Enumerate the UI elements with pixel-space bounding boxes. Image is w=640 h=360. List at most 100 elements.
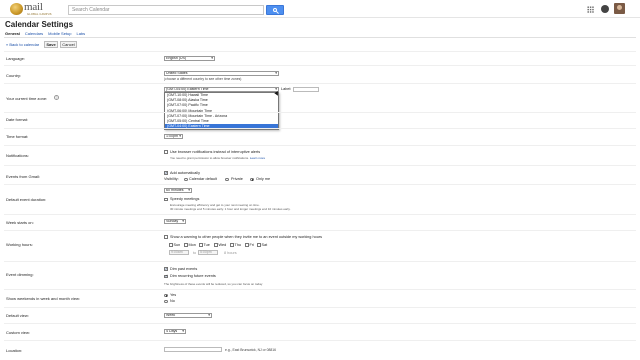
divider xyxy=(4,289,636,290)
logo-text: mail xyxy=(24,1,43,13)
country-label: Country: xyxy=(6,73,22,78)
working-hours-to-label: to xyxy=(193,250,197,255)
dim-past-events-text: Dim past events xyxy=(170,266,198,271)
timezone-dropdown[interactable]: (GMT-10:00) Hawaii Time (GMT-08:00) Alas… xyxy=(164,92,279,130)
timezone-label-input[interactable] xyxy=(293,87,319,92)
location-hint: e.g., East Brunswick, NJ or 08816 xyxy=(225,348,277,352)
divider xyxy=(4,261,636,262)
default-view-select[interactable]: Week xyxy=(164,313,212,318)
apps-grid-icon[interactable] xyxy=(587,6,594,13)
dim-recurring-checkbox[interactable] xyxy=(164,274,168,278)
day-checkbox-fri[interactable] xyxy=(245,243,249,247)
tab-general[interactable]: General xyxy=(5,31,20,36)
default-duration-select[interactable]: 60 minutes xyxy=(164,188,192,193)
weekends-yes-text: Yes xyxy=(170,293,177,297)
divider xyxy=(4,165,636,166)
weekends-label: Show weekends in week and month view: xyxy=(6,296,81,301)
search-button[interactable] xyxy=(266,5,284,15)
day-checkbox-sat[interactable] xyxy=(257,243,261,247)
custom-view-label: Custom view: xyxy=(6,330,31,335)
location-input[interactable] xyxy=(164,346,222,352)
search-icon-handle xyxy=(276,11,279,14)
weekends-no-radio[interactable] xyxy=(164,299,168,303)
speedy-meetings-checkbox[interactable] xyxy=(164,197,168,201)
working-hours-to[interactable]: 5:00pm xyxy=(198,250,218,255)
speedy-meetings-text: Speedy meetings xyxy=(170,197,200,201)
divider xyxy=(4,65,636,66)
notifications-label: Notifications: xyxy=(6,153,29,158)
day-label-sun: Sun xyxy=(173,242,181,247)
notifications-icon[interactable] xyxy=(601,5,609,13)
weekends-no-text: No xyxy=(170,299,175,303)
day-label-fri: Fri xyxy=(249,242,254,247)
day-checkbox-tue[interactable] xyxy=(199,243,203,247)
visibility-option: Private xyxy=(231,177,243,181)
cancel-button[interactable]: Cancel xyxy=(60,40,77,48)
tab-mobile-setup[interactable]: Mobile Setup xyxy=(48,31,71,36)
dim-past-events-checkbox[interactable] xyxy=(164,267,168,271)
divider xyxy=(4,340,636,341)
week-starts-select[interactable]: Sunday xyxy=(164,219,186,224)
tab-labs[interactable]: Labs xyxy=(77,31,86,36)
logo-mark-icon xyxy=(10,3,23,15)
logo[interactable]: mail GLOBAL CAMPUS xyxy=(10,1,58,18)
default-view-label: Default view: xyxy=(6,313,29,318)
visibility-calendar-default-radio[interactable] xyxy=(184,177,188,181)
avatar[interactable] xyxy=(614,3,625,14)
working-hours-label: Working hours: xyxy=(6,242,33,247)
add-automatically-text: Add automatically xyxy=(170,170,200,175)
date-format-label: Date format: xyxy=(6,117,29,122)
time-format-label: Time format: xyxy=(6,134,29,139)
day-checkbox-sun[interactable] xyxy=(169,243,173,247)
timezone-side-label: Label: xyxy=(281,87,292,91)
save-button[interactable]: Save xyxy=(44,40,58,48)
week-starts-label: Week starts on: xyxy=(6,220,34,225)
divider xyxy=(4,83,636,84)
add-automatically-checkbox[interactable] xyxy=(164,171,168,175)
working-hours-from[interactable]: 9:00am xyxy=(169,250,189,255)
divider xyxy=(4,51,636,52)
custom-view-select[interactable]: 4 Days xyxy=(164,329,186,334)
visibility-option: Only me xyxy=(256,177,271,181)
day-checkbox-thu[interactable] xyxy=(230,243,234,247)
location-label: Location: xyxy=(6,348,23,353)
event-dimming-label: Event dimming: xyxy=(6,272,34,277)
default-duration-label: Default event duration: xyxy=(6,197,47,202)
time-format-select[interactable]: 1:00pm xyxy=(164,134,183,139)
divider xyxy=(4,112,636,113)
page-title: Calendar Settings xyxy=(5,20,74,29)
visibility-only-me-radio[interactable] xyxy=(250,177,254,181)
divider xyxy=(4,184,636,185)
tab-calendars[interactable]: Calendars xyxy=(25,31,43,36)
settings-tabs: General Calendars Mobile Setup Labs xyxy=(5,31,85,36)
tab-divider xyxy=(4,37,636,38)
event-dimming-note: The brightness of these events will be r… xyxy=(164,282,263,286)
search-input[interactable]: Search Calendar xyxy=(68,5,264,15)
day-checkbox-wed[interactable] xyxy=(214,243,218,247)
visibility-private-radio[interactable] xyxy=(225,177,229,181)
top-bar: mail GLOBAL CAMPUS Search Calendar xyxy=(0,0,640,18)
speedy-note-2: 30 minute meetings end 5 minutes early. … xyxy=(170,206,291,211)
divider xyxy=(4,230,636,231)
divider xyxy=(4,323,636,324)
learn-more-link[interactable]: Learn more xyxy=(250,156,265,160)
working-hours-warning-checkbox[interactable] xyxy=(164,235,168,239)
divider xyxy=(4,145,636,146)
dim-recurring-text: Dim recurring future events xyxy=(170,274,216,278)
help-icon[interactable]: ? xyxy=(54,95,59,100)
back-to-calendar-link[interactable]: « Back to calendar xyxy=(6,42,39,47)
timezone-label: Your current time zone: xyxy=(6,96,48,101)
day-label-thu: Thu xyxy=(234,242,242,247)
country-hint: (choose a different country to see other… xyxy=(164,77,242,81)
day-label-wed: Wed xyxy=(218,242,227,247)
weekends-yes-radio[interactable] xyxy=(164,293,168,297)
day-checkbox-mon[interactable] xyxy=(184,243,188,247)
divider xyxy=(4,214,636,215)
country-select[interactable]: United States xyxy=(164,71,279,76)
working-hours-total: 8 hours xyxy=(224,250,237,255)
language-select[interactable]: English (US) xyxy=(164,56,215,61)
working-hours-warning-text: Show a warning to other people when they… xyxy=(170,234,322,239)
visibility-label: Visibility: xyxy=(164,177,179,181)
browser-notifications-text: Use browser notifications instead of int… xyxy=(170,149,261,154)
browser-notifications-checkbox[interactable] xyxy=(164,150,168,154)
